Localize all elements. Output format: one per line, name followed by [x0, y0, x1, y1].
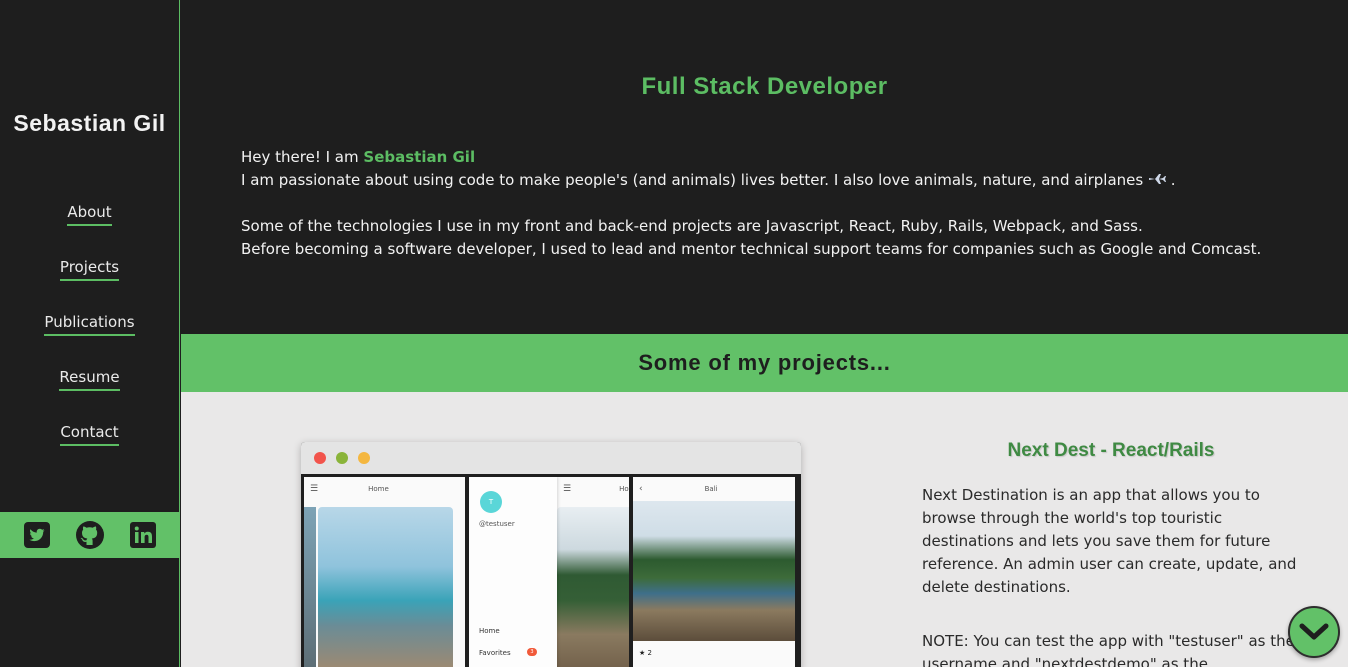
drawer-username: @testuser	[479, 520, 515, 528]
drawer-item-home: Home	[479, 627, 500, 635]
drawer-item-favorites: Favorites	[479, 649, 511, 657]
twitter-icon[interactable]	[22, 520, 52, 550]
passion-suffix: .	[1170, 171, 1176, 189]
nav-link-contact[interactable]: Contact	[60, 423, 119, 446]
nav-link-resume[interactable]: Resume	[59, 368, 120, 391]
project-description: Next Destination is an app that allows y…	[922, 486, 1297, 596]
social-links	[0, 512, 180, 558]
sidebar-nav: About Projects Publications Resume Conta…	[0, 203, 179, 478]
tech-line: Some of the technologies I use in my fro…	[241, 217, 1143, 235]
app-screens: ☰ Home T @testuser Home Favorites 3 ☰ Ho	[304, 477, 798, 667]
greeting-name: Sebastian Gil	[363, 148, 476, 166]
app-screen-home: ☰ Home	[304, 477, 465, 667]
greeting-prefix: Hey there! I am	[241, 148, 364, 166]
destination-image	[557, 507, 629, 667]
passion-line: I am passionate about using code to make…	[241, 169, 1321, 192]
destination-image	[633, 501, 795, 641]
screen-header: ‹ Bali	[633, 477, 795, 501]
project-screenshot[interactable]: ☰ Home T @testuser Home Favorites 3 ☰ Ho	[301, 442, 801, 667]
github-icon[interactable]	[75, 520, 105, 550]
projects-section: ☰ Home T @testuser Home Favorites 3 ☰ Ho	[181, 392, 1348, 667]
passion-text: I am passionate about using code to make…	[241, 171, 1144, 189]
scroll-down-button[interactable]	[1288, 606, 1340, 658]
hero-title: Full Stack Developer	[641, 73, 888, 100]
minimize-dot-icon	[336, 452, 348, 464]
nav-link-projects[interactable]: Projects	[59, 258, 120, 281]
favorites-badge: 3	[527, 648, 537, 656]
project-title: Next Dest - React/Rails	[1007, 440, 1215, 461]
back-arrow-icon: ‹	[639, 484, 643, 494]
chevron-down-icon	[1299, 623, 1329, 640]
menu-icon: ☰	[563, 484, 572, 494]
intro-text: Hey there! I am Sebastian Gil I am passi…	[241, 146, 1321, 261]
background-line: Before becoming a software developer, I …	[241, 240, 1262, 258]
nav-link-publications[interactable]: Publications	[44, 313, 135, 336]
projects-heading-band: Some of my projects...	[181, 334, 1348, 392]
app-screen-detail: ‹ Bali ★ 2	[633, 477, 795, 667]
screen-title: Bali	[704, 485, 718, 493]
projects-heading: Some of my projects...	[638, 350, 891, 375]
menu-icon: ☰	[310, 484, 319, 494]
avatar: T	[480, 491, 502, 513]
screen-header: ☰ Home	[304, 477, 465, 501]
rating: ★ 2	[639, 649, 652, 657]
linkedin-icon[interactable]	[128, 520, 158, 550]
site-brand[interactable]: Sebastian Gil	[0, 110, 179, 137]
destination-image-edge	[304, 507, 316, 667]
destination-image	[318, 507, 453, 667]
screen-title: Home	[368, 485, 389, 493]
sidebar: Sebastian Gil About Projects Publication…	[0, 0, 180, 667]
hero-section: Full Stack Developer Hey there! I am Seb…	[181, 0, 1348, 334]
close-dot-icon	[314, 452, 326, 464]
screen-title: Ho	[619, 485, 629, 493]
airplane-icon	[1148, 171, 1171, 189]
greeting-line: Hey there! I am Sebastian Gil	[241, 146, 1321, 169]
project-note: NOTE: You can test the app with "testuse…	[922, 632, 1295, 667]
app-screen-drawer: T @testuser Home Favorites 3 ☰ Ho	[469, 477, 629, 667]
mock-window-bar	[301, 442, 801, 474]
nav-link-about[interactable]: About	[67, 203, 112, 226]
nav-drawer: T @testuser Home Favorites 3	[469, 477, 557, 667]
maximize-dot-icon	[358, 452, 370, 464]
